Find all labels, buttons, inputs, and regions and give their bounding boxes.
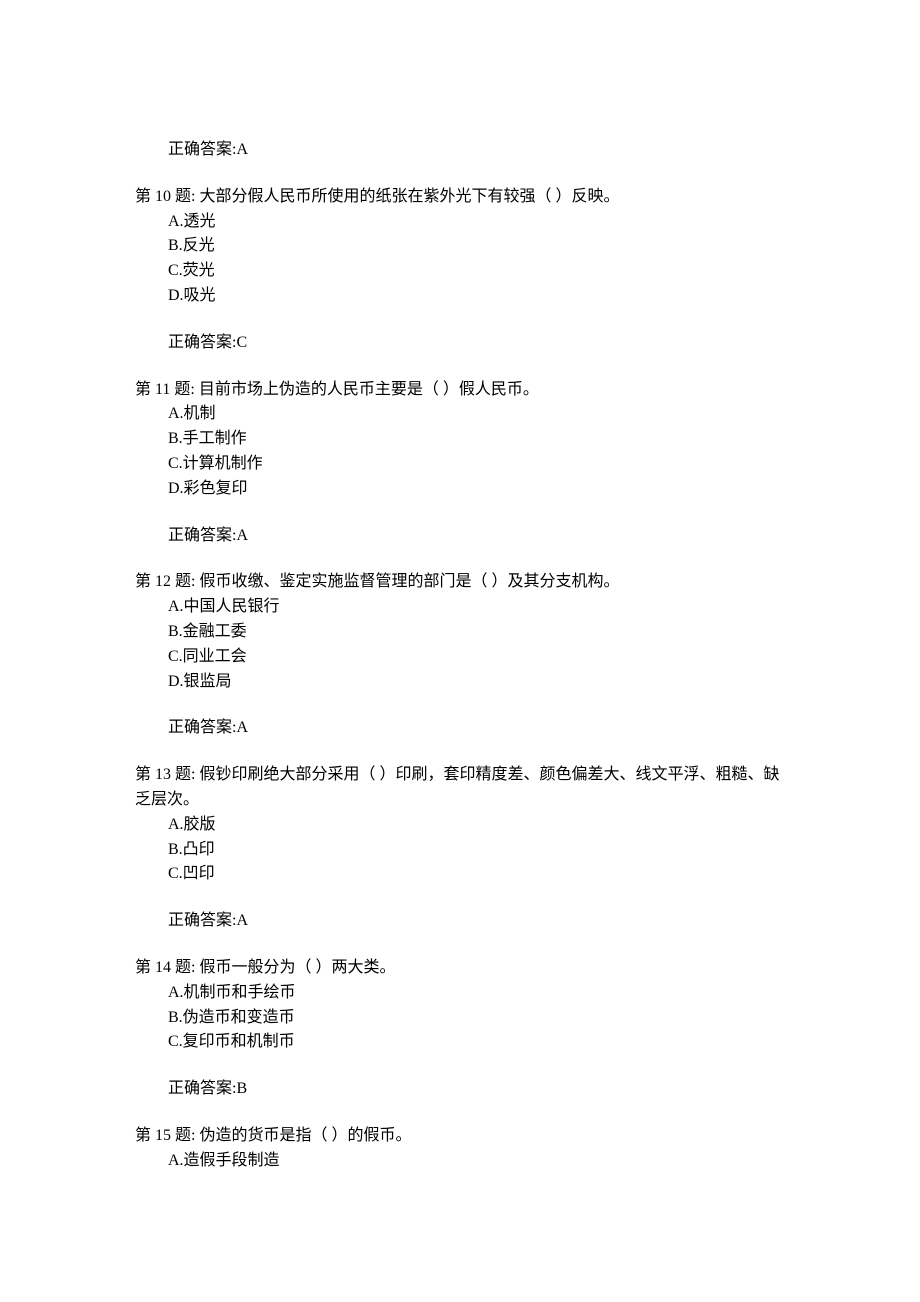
options-wrap: A.透光B.反光C.荧光D.吸光 (135, 210, 785, 309)
question-suffix: 题: (171, 573, 199, 590)
question-number: 14 (155, 959, 171, 976)
option: A.胶版 (135, 813, 785, 838)
question-text: 目前市场上伪造的人民币主要是（ ）假人民币。 (199, 381, 539, 398)
question-prefix: 第 (135, 381, 155, 398)
option: B.手工制作 (135, 427, 785, 452)
question-block: 第 13 题: 假钞印刷绝大部分采用（ ）印刷，套印精度差、颜色偏差大、线文平浮… (135, 763, 785, 934)
question-suffix: 题: (171, 188, 199, 205)
question-prefix: 第 (135, 1127, 155, 1144)
options-wrap: A.机制币和手绘币B.伪造币和变造币C.复印币和机制币 (135, 981, 785, 1055)
option: A.机制币和手绘币 (135, 981, 785, 1006)
question-line: 第 12 题: 假币收缴、鉴定实施监督管理的部门是（ ）及其分支机构。 (135, 570, 785, 595)
question-block: 第 10 题: 大部分假人民币所使用的纸张在紫外光下有较强（ ）反映。A.透光B… (135, 185, 785, 356)
option: B.反光 (135, 234, 785, 259)
question-number: 13 (155, 766, 171, 783)
question-line: 第 13 题: 假钞印刷绝大部分采用（ ）印刷，套印精度差、颜色偏差大、线文平浮… (135, 763, 785, 813)
option: D.彩色复印 (135, 477, 785, 502)
answer-value: B (236, 1080, 247, 1097)
question-number: 12 (155, 573, 171, 590)
option: A.造假手段制造 (135, 1149, 785, 1174)
question-block: 第 11 题: 目前市场上伪造的人民币主要是（ ）假人民币。A.机制B.手工制作… (135, 378, 785, 549)
answer-label: 正确答案: (168, 912, 236, 929)
option: B.凸印 (135, 838, 785, 863)
question-block: 第 15 题: 伪造的货币是指（ ）的假币。A.造假手段制造 (135, 1124, 785, 1174)
answer-block: 正确答案:A (135, 524, 785, 549)
question-suffix: 题: (171, 766, 199, 783)
question-line: 第 10 题: 大部分假人民币所使用的纸张在紫外光下有较强（ ）反映。 (135, 185, 785, 210)
answer-label: 正确答案: (168, 1080, 236, 1097)
options-wrap: A.造假手段制造 (135, 1149, 785, 1174)
options-wrap: A.机制B.手工制作C.计算机制作D.彩色复印 (135, 402, 785, 501)
option: D.银监局 (135, 670, 785, 695)
answer-block: 正确答案:A (135, 716, 785, 741)
previous-answer-block: 正确答案:A (135, 138, 785, 163)
answer-label: 正确答案: (168, 527, 236, 544)
question-prefix: 第 (135, 573, 155, 590)
question-line: 第 11 题: 目前市场上伪造的人民币主要是（ ）假人民币。 (135, 378, 785, 403)
question-number: 15 (155, 1127, 171, 1144)
question-line: 第 15 题: 伪造的货币是指（ ）的假币。 (135, 1124, 785, 1149)
answer-label: 正确答案: (168, 719, 236, 736)
option: D.吸光 (135, 284, 785, 309)
answer-block: 正确答案:B (135, 1077, 785, 1102)
question-prefix: 第 (135, 766, 155, 783)
options-wrap: A.中国人民银行B.金融工委C.同业工会D.银监局 (135, 595, 785, 694)
answer-value: A (236, 527, 248, 544)
answer-value: C (236, 334, 247, 351)
questions-container: 第 10 题: 大部分假人民币所使用的纸张在紫外光下有较强（ ）反映。A.透光B… (135, 185, 785, 1174)
question-block: 第 14 题: 假币一般分为（ ）两大类。A.机制币和手绘币B.伪造币和变造币C… (135, 956, 785, 1102)
option: A.机制 (135, 402, 785, 427)
question-number: 10 (155, 188, 171, 205)
question-suffix: 题: (171, 1127, 199, 1144)
option: A.透光 (135, 210, 785, 235)
question-text: 大部分假人民币所使用的纸张在紫外光下有较强（ ）反映。 (199, 188, 619, 205)
answer-label: 正确答案: (168, 141, 236, 158)
question-suffix: 题: (170, 381, 198, 398)
answer-block: 正确答案:A (135, 909, 785, 934)
option: B.金融工委 (135, 620, 785, 645)
option: A.中国人民银行 (135, 595, 785, 620)
options-wrap: A.胶版B.凸印C.凹印 (135, 813, 785, 887)
answer-block: 正确答案:C (135, 331, 785, 356)
question-line: 第 14 题: 假币一般分为（ ）两大类。 (135, 956, 785, 981)
question-text: 假币收缴、鉴定实施监督管理的部门是（ ）及其分支机构。 (199, 573, 619, 590)
question-text: 假钞印刷绝大部分采用（ ）印刷，套印精度差、颜色偏差大、线文平浮、粗糙、缺乏层次… (135, 766, 779, 808)
question-prefix: 第 (135, 188, 155, 205)
option: C.复印币和机制币 (135, 1030, 785, 1055)
option: C.荧光 (135, 259, 785, 284)
answer-label: 正确答案: (168, 334, 236, 351)
answer-value: A (236, 141, 248, 158)
question-text: 假币一般分为（ ）两大类。 (199, 959, 395, 976)
question-number: 11 (155, 381, 170, 398)
question-prefix: 第 (135, 959, 155, 976)
option: B.伪造币和变造币 (135, 1006, 785, 1031)
option: C.凹印 (135, 862, 785, 887)
question-block: 第 12 题: 假币收缴、鉴定实施监督管理的部门是（ ）及其分支机构。A.中国人… (135, 570, 785, 741)
question-suffix: 题: (171, 959, 199, 976)
question-text: 伪造的货币是指（ ）的假币。 (199, 1127, 411, 1144)
option: C.同业工会 (135, 645, 785, 670)
answer-value: A (236, 719, 248, 736)
answer-value: A (236, 912, 248, 929)
option: C.计算机制作 (135, 452, 785, 477)
